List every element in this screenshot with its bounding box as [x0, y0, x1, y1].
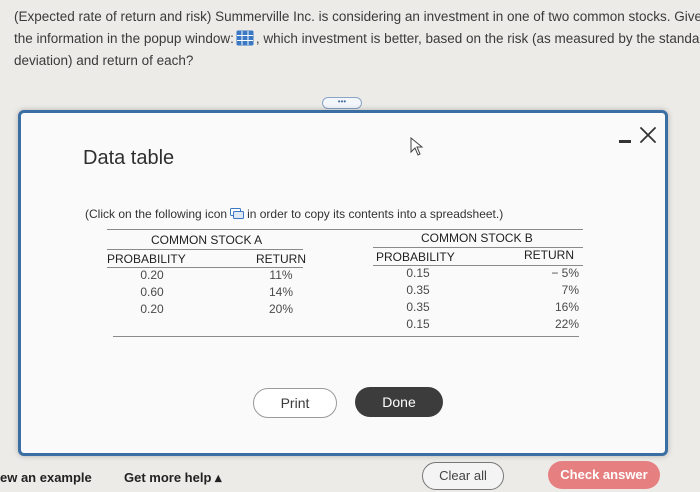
- stock-a-heading: COMMON STOCK A: [151, 233, 263, 247]
- table-cell: 7%: [561, 283, 579, 297]
- question-text: (Expected rate of return and risk) Summe…: [14, 6, 700, 72]
- question-line-2-start: the information in the popup window:: [14, 31, 234, 46]
- get-more-help-link[interactable]: Get more help ▴: [124, 470, 222, 486]
- grid-table-icon[interactable]: [236, 30, 254, 46]
- question-line-3: deviation) and return of each?: [14, 53, 194, 68]
- table-cell: 0.35: [406, 300, 430, 314]
- table-top-rule: [107, 229, 583, 230]
- view-example-link[interactable]: ew an example: [0, 470, 92, 485]
- table-cell: 20%: [268, 302, 294, 316]
- question-line-2-end: , which investment is better, based on t…: [255, 31, 700, 46]
- returns-data-table: COMMON STOCK A COMMON STOCK B PROBABILIT…: [107, 227, 583, 337]
- instruction-start: (Click on the following icon: [85, 207, 228, 221]
- table-cell: 0.35: [406, 283, 430, 297]
- table-cell: 0.20: [140, 268, 164, 282]
- question-line-1: (Expected rate of return and risk) Summe…: [14, 9, 700, 24]
- collapse-ellipsis-button[interactable]: •••: [322, 97, 362, 109]
- stock-a-return-header: RETURN: [256, 252, 306, 266]
- table-cell: 22%: [554, 317, 579, 331]
- stock-b-heading: COMMON STOCK B: [421, 231, 533, 245]
- table-bottom-rule: [113, 336, 579, 337]
- table-cell: 11%: [269, 268, 293, 282]
- table-cell: 0.60: [140, 285, 164, 299]
- table-cell: 0.15: [406, 266, 430, 280]
- instruction-end: in order to copy its contents into a spr…: [247, 207, 504, 221]
- table-cell: 0.20: [140, 302, 164, 316]
- question-line-2: the information in the popup window: , wh…: [14, 28, 700, 50]
- stock-a-probability-header: PROBABILITY: [107, 252, 186, 266]
- check-answer-button[interactable]: Check answer: [548, 461, 660, 489]
- table-cell: 16%: [554, 300, 579, 314]
- copy-icon[interactable]: [230, 208, 245, 219]
- minimize-icon[interactable]: [618, 131, 632, 145]
- stock-a-heading-rule: [107, 249, 303, 250]
- copy-instruction: (Click on the following icon in order to …: [85, 207, 503, 221]
- cursor-icon: [410, 137, 424, 156]
- data-table-popup: Data table (Click on the following icon i…: [18, 110, 668, 456]
- clear-all-button[interactable]: Clear all: [422, 462, 504, 490]
- popup-title: Data table: [83, 147, 175, 169]
- table-cell: 14%: [268, 285, 294, 299]
- print-button[interactable]: Print: [253, 388, 337, 418]
- done-button[interactable]: Done: [355, 387, 443, 417]
- table-cell: 0.15: [406, 317, 430, 331]
- stock-b-return-header: RETURN: [524, 248, 574, 262]
- close-icon[interactable]: [638, 125, 658, 145]
- table-cell: − 5%: [551, 266, 579, 280]
- stock-b-probability-header: PROBABILITY: [376, 250, 455, 264]
